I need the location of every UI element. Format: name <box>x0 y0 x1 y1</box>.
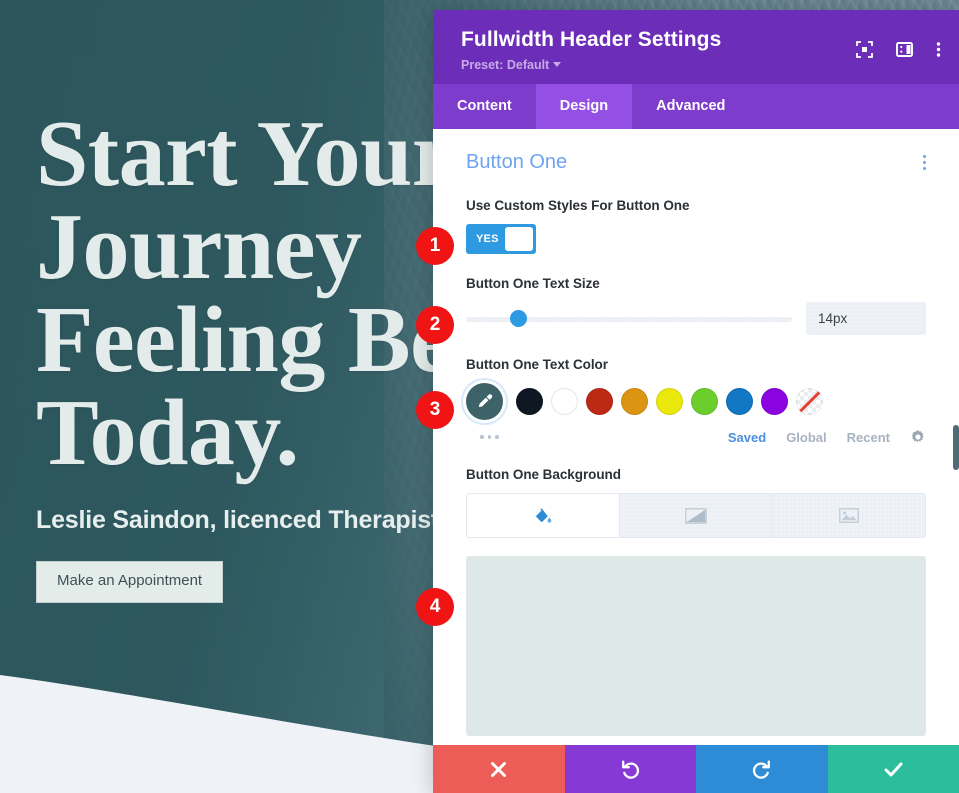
tab-advanced[interactable]: Advanced <box>632 84 749 129</box>
swatch-green[interactable] <box>691 388 718 415</box>
field-button-one-background: Button One Background <box>466 467 926 736</box>
palette-tab-global[interactable]: Global <box>786 430 826 445</box>
field-label-text-size: Button One Text Size <box>466 276 600 291</box>
close-icon <box>491 761 507 777</box>
layout-panel-icon[interactable] <box>896 41 913 58</box>
step-badge-3: 3 <box>416 391 454 429</box>
toggle-knob <box>504 227 533 251</box>
swatch-orange[interactable] <box>621 388 648 415</box>
page-scrollbar-thumb[interactable] <box>953 425 959 470</box>
eyedropper-icon <box>478 394 493 408</box>
color-swatch-row <box>466 383 926 420</box>
section-header: Button One <box>466 151 926 174</box>
tab-design[interactable]: Design <box>535 84 633 129</box>
kebab-menu-icon[interactable] <box>936 41 941 58</box>
preset-selector[interactable]: Preset: Default <box>461 58 937 72</box>
text-size-input[interactable] <box>806 302 926 335</box>
swatch-none[interactable] <box>796 388 823 415</box>
field-label-background: Button One Background <box>466 467 621 482</box>
save-button[interactable] <box>827 745 959 793</box>
undo-button[interactable] <box>564 745 696 793</box>
fullwidth-header-settings-modal: Fullwidth Header Settings Preset: Defaul… <box>433 10 959 793</box>
palette-meta-row: Saved Global Recent <box>466 429 926 445</box>
toggle-value-label: YES <box>476 233 499 245</box>
modal-tabs: Content Design Advanced <box>433 84 959 129</box>
palette-tab-saved[interactable]: Saved <box>728 430 766 445</box>
undo-icon <box>621 759 639 779</box>
modal-header-icons <box>856 41 941 58</box>
screenshot-root: Start Your Journey Feeling Be Today. Les… <box>0 0 959 793</box>
field-label-use-custom-styles: Use Custom Styles For Button One <box>466 198 690 213</box>
more-dots-icon[interactable] <box>466 435 499 439</box>
swatch-red[interactable] <box>586 388 613 415</box>
swatch-black[interactable] <box>516 388 543 415</box>
focus-frame-icon[interactable] <box>856 41 873 58</box>
swatch-purple[interactable] <box>761 388 788 415</box>
background-color-preview[interactable] <box>466 556 926 736</box>
bg-image-tab[interactable] <box>773 494 925 537</box>
step-badge-2: 2 <box>416 306 454 344</box>
step-badge-4: 4 <box>416 588 454 626</box>
cancel-button[interactable] <box>433 745 565 793</box>
bg-gradient-tab[interactable] <box>620 494 773 537</box>
slider-thumb[interactable] <box>510 309 528 327</box>
background-type-tabs <box>466 493 926 538</box>
field-use-custom-styles: Use Custom Styles For Button One YES <box>466 198 926 254</box>
field-label-text-color: Button One Text Color <box>466 357 608 372</box>
check-icon <box>884 762 903 776</box>
swatch-blue[interactable] <box>726 388 753 415</box>
hero-cta-button[interactable]: Make an Appointment <box>36 561 224 603</box>
redo-icon <box>753 759 771 779</box>
gear-icon[interactable] <box>910 429 926 445</box>
paint-bucket-icon <box>536 507 552 523</box>
bg-color-tab[interactable] <box>467 494 620 537</box>
section-title-button-one[interactable]: Button One <box>466 151 567 174</box>
step-badge-1: 1 <box>416 227 454 265</box>
modal-body: Button One Use Custom Styles For Button … <box>433 129 959 793</box>
gradient-icon <box>685 507 707 524</box>
preset-label: Preset: Default <box>461 58 550 72</box>
field-button-one-text-color: Button One Text Color Saved Global Recen… <box>466 357 926 445</box>
section-kebab-menu-icon[interactable] <box>923 153 926 172</box>
chevron-down-icon <box>553 62 562 67</box>
text-size-slider[interactable] <box>466 309 792 329</box>
modal-action-bar <box>433 745 959 793</box>
swatch-white[interactable] <box>551 388 578 415</box>
modal-header: Fullwidth Header Settings Preset: Defaul… <box>433 10 959 84</box>
swatch-yellow[interactable] <box>656 388 683 415</box>
palette-tab-recent[interactable]: Recent <box>847 430 890 445</box>
tab-content[interactable]: Content <box>433 84 536 129</box>
toggle-use-custom-styles[interactable]: YES <box>466 224 536 254</box>
selected-color-eyedropper[interactable] <box>466 383 503 420</box>
redo-button[interactable] <box>696 745 828 793</box>
field-button-one-text-size: Button One Text Size <box>466 276 926 335</box>
image-icon <box>839 508 859 523</box>
